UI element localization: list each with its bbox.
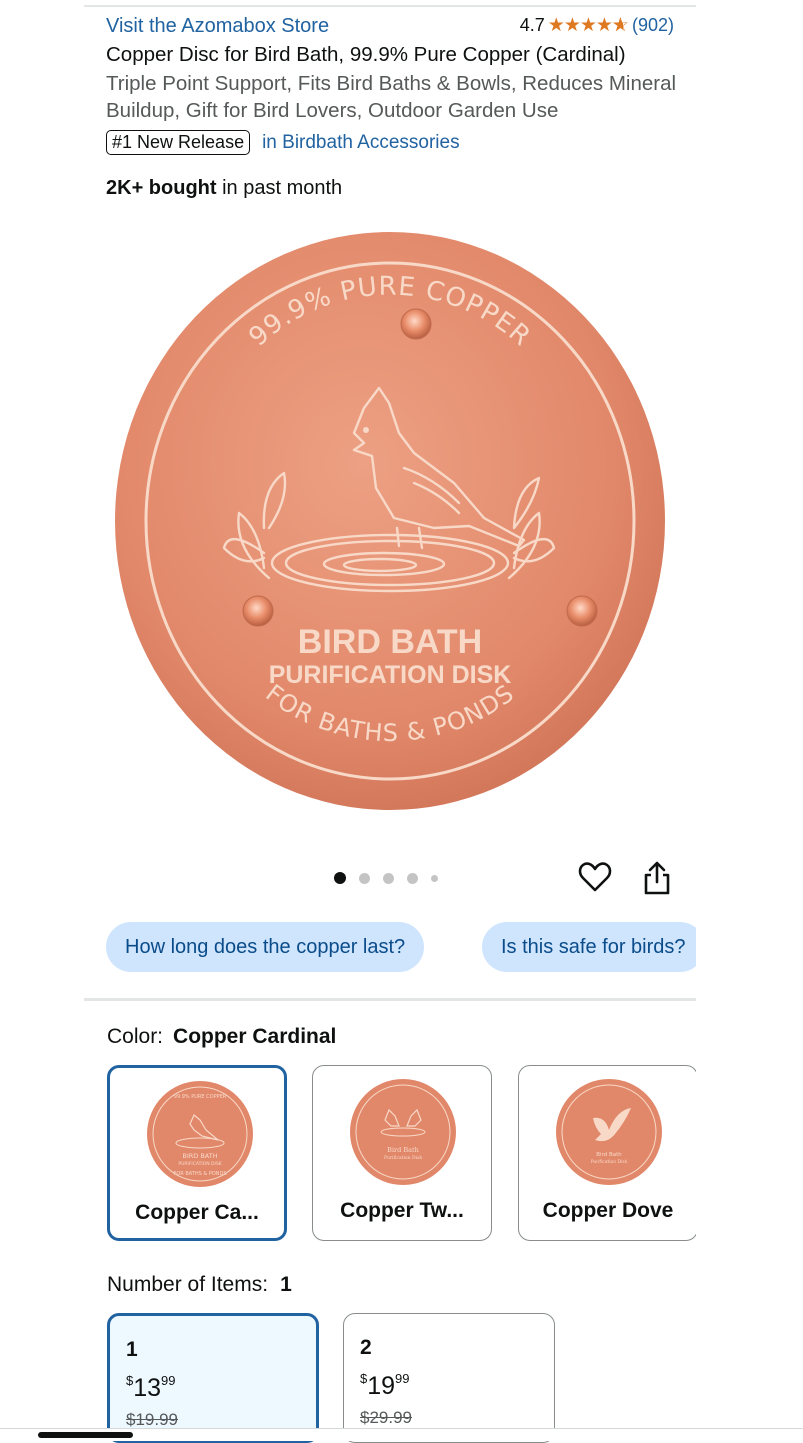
share-icon[interactable] <box>642 860 672 896</box>
item-option-list-price: $29.99 <box>360 1408 412 1427</box>
product-subtitle: Triple Point Support, Fits Bird Baths & … <box>106 72 677 122</box>
item-option-2[interactable]: 2 $1999 $29.99 <box>343 1313 555 1443</box>
thumb-sub-text: Purification Disk <box>591 1159 628 1165</box>
carousel-dot[interactable] <box>383 872 394 884</box>
thumb-top-text: 99.9% PURE COPPER <box>174 1094 227 1100</box>
thumb-sub-text: Purification Disk <box>384 1155 422 1161</box>
thumb-main-text: BIRD BATH <box>182 1152 217 1160</box>
color-option-cardinal[interactable]: 99.9% PURE COPPER BIRD BATH PURIFICATION… <box>107 1065 287 1241</box>
cardinal-disc-thumbnail: 99.9% PURE COPPER BIRD BATH PURIFICATION… <box>147 1081 253 1187</box>
color-option-dove[interactable]: Bird Bath Purification Disk Copper Dove <box>518 1065 696 1241</box>
color-option-label: Copper Tw... <box>340 1199 464 1222</box>
color-label: Color: Copper Cardinal <box>107 1025 336 1049</box>
new-release-badge[interactable]: #1 New Release <box>106 130 251 155</box>
rating-summary[interactable]: 4.7 ★★★★☆ ★ (902) <box>520 14 674 37</box>
question-chip[interactable]: Is this safe for birds? <box>482 922 696 972</box>
thumb-bottom-text: FOR BATHS & PONDS <box>173 1171 226 1177</box>
item-option-price: $1399 <box>126 1373 176 1403</box>
price-whole: 13 <box>133 1374 162 1402</box>
section-divider <box>84 998 696 1001</box>
carousel-indicator <box>334 872 451 884</box>
thumb-main-text: Bird Bath <box>387 1146 419 1154</box>
color-label-text: Color: <box>107 1025 164 1048</box>
dove-disc-thumbnail: Bird Bath Purification Disk <box>556 1079 662 1185</box>
thumb-main-text: Bird Bath <box>596 1152 622 1158</box>
color-option-label: Copper Dove <box>542 1199 674 1222</box>
item-option-qty: 1 <box>126 1338 138 1361</box>
product-page: Visit the Azomabox Store 4.7 ★★★★☆ ★ (902… <box>84 0 696 1443</box>
bought-count-bold: 2K+ bought <box>106 177 217 199</box>
item-option-qty: 2 <box>360 1336 372 1359</box>
twin-disc-thumbnail: Bird Bath Purification Disk <box>350 1079 456 1185</box>
bought-count-rest: in past month <box>216 177 343 199</box>
rating-value: 4.7 <box>519 15 545 35</box>
thumb-sub-text: PURIFICATION DISK <box>178 1161 222 1167</box>
question-chip[interactable]: How long does the copper last? <box>106 922 425 972</box>
disc-main-text: BIRD BATH <box>298 623 482 661</box>
question-chips: How long does the copper last? Is this s… <box>106 922 696 972</box>
carousel-dot[interactable] <box>334 872 346 884</box>
price-fraction: 99 <box>161 1373 176 1388</box>
disc-sub-text: PURIFICATION DISK <box>269 661 512 689</box>
items-selected-value: 1 <box>280 1273 292 1296</box>
color-option-twin[interactable]: Bird Bath Purification Disk Copper Tw... <box>312 1065 492 1241</box>
color-selected-value: Copper Cardinal <box>173 1025 337 1048</box>
bought-count: 2K+ bought in past month <box>106 177 342 200</box>
carousel-dot[interactable] <box>431 874 438 882</box>
items-label-text: Number of Items: <box>107 1273 269 1296</box>
product-title: Copper Disc for Bird Bath, 99.9% Pure Co… <box>106 43 626 66</box>
heart-icon[interactable] <box>578 860 612 894</box>
color-option-label: Copper Ca... <box>135 1201 259 1224</box>
store-link[interactable]: Visit the Azomabox Store <box>106 15 329 38</box>
item-option-1[interactable]: 1 $1399 $19.99 <box>107 1313 319 1443</box>
home-indicator[interactable] <box>38 1432 133 1438</box>
product-image[interactable]: 99.9% PURE COPPER FOR BATHS & PONDS BIRD… <box>114 228 666 814</box>
item-option-list-price: $19.99 <box>126 1410 178 1429</box>
price-fraction: 99 <box>395 1371 410 1386</box>
items-label: Number of Items: 1 <box>107 1273 292 1297</box>
color-swatches: 99.9% PURE COPPER BIRD BATH PURIFICATION… <box>107 1065 696 1249</box>
star-rating-icon: ★★★★☆ ★ <box>547 15 629 36</box>
bestseller-badge-row: #1 New Release in Birdbath Accessories <box>106 130 460 155</box>
top-divider <box>84 5 696 7</box>
badge-category-link[interactable]: in Birdbath Accessories <box>262 132 460 154</box>
rating-count-link[interactable]: (902) <box>632 15 674 36</box>
price-whole: 19 <box>367 1372 396 1400</box>
carousel-dot[interactable] <box>407 872 418 884</box>
carousel-dot[interactable] <box>359 872 370 884</box>
item-option-price: $1999 <box>360 1371 410 1401</box>
